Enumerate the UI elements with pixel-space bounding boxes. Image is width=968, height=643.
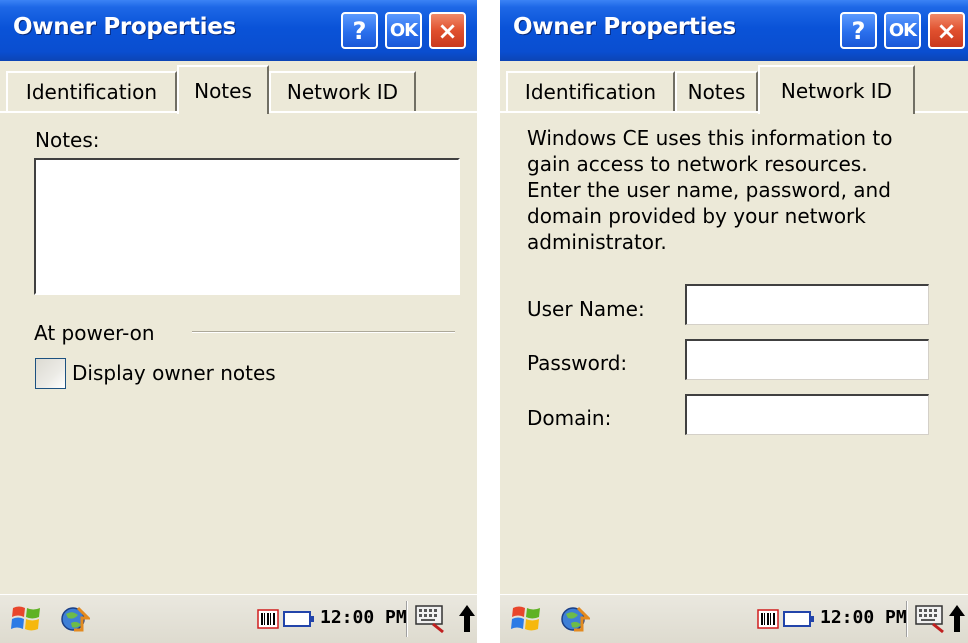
ok-button[interactable]: OK: [884, 12, 921, 49]
battery-icon[interactable]: [283, 610, 315, 628]
barcode-scanner-icon[interactable]: [257, 609, 279, 629]
description-line: Windows CE uses this information to: [527, 126, 893, 150]
window-title: Owner Properties: [513, 14, 736, 40]
screen-divider: [477, 0, 500, 643]
tab-notes[interactable]: Notes: [177, 65, 269, 114]
display-owner-notes-label[interactable]: Display owner notes: [72, 361, 276, 385]
display-owner-notes-checkbox[interactable]: [35, 358, 66, 389]
clock[interactable]: 12:00 PM: [820, 607, 907, 628]
network-description: Windows CE uses this information to gain…: [527, 125, 893, 255]
description-line: Enter the user name, password, and: [527, 178, 891, 202]
notes-textarea[interactable]: [34, 158, 460, 295]
title-bar: Owner Properties ? OK ×: [500, 0, 968, 61]
tab-network-id[interactable]: Network ID: [758, 65, 915, 114]
user-name-label: User Name:: [527, 297, 645, 321]
domain-label: Domain:: [527, 406, 612, 430]
owner-properties-notes-screen: Owner Properties ? OK × Identification N…: [0, 0, 477, 643]
clock[interactable]: 12:00 PM: [320, 607, 407, 628]
owner-properties-network-id-screen: Owner Properties ? OK × Identification N…: [500, 0, 968, 643]
keyboard-icon[interactable]: [413, 602, 447, 634]
tray-separator: [406, 601, 408, 637]
help-button[interactable]: ?: [840, 12, 877, 49]
close-button[interactable]: ×: [928, 12, 965, 49]
taskbar: 12:00 PM: [500, 594, 968, 643]
tab-notes[interactable]: Notes: [675, 71, 758, 111]
keyboard-icon[interactable]: [913, 602, 947, 634]
windows-start-icon[interactable]: [10, 602, 44, 634]
title-bar: Owner Properties ? OK ×: [0, 0, 477, 61]
description-line: administrator.: [527, 230, 667, 254]
tab-identification[interactable]: Identification: [506, 71, 675, 111]
windows-start-icon[interactable]: [510, 602, 544, 634]
group-label-at-power-on: At power-on: [34, 321, 155, 345]
battery-icon[interactable]: [783, 610, 815, 628]
up-arrow-icon[interactable]: [457, 603, 477, 635]
tab-network-id[interactable]: Network ID: [269, 71, 416, 111]
taskbar: 12:00 PM: [0, 594, 477, 643]
close-button[interactable]: ×: [429, 12, 466, 49]
password-label: Password:: [527, 351, 628, 375]
ok-button[interactable]: OK: [385, 12, 422, 49]
window-title: Owner Properties: [13, 14, 236, 40]
app-globe-icon[interactable]: [58, 604, 90, 634]
user-name-input[interactable]: [685, 284, 929, 325]
help-button[interactable]: ?: [341, 12, 378, 49]
app-globe-icon[interactable]: [558, 604, 590, 634]
password-input[interactable]: [685, 339, 929, 380]
domain-input[interactable]: [685, 394, 929, 435]
tab-identification[interactable]: Identification: [6, 71, 177, 111]
group-divider: [192, 331, 455, 333]
up-arrow-icon[interactable]: [947, 603, 967, 635]
description-line: gain access to network resources.: [527, 152, 868, 176]
notes-label: Notes:: [35, 128, 100, 152]
barcode-scanner-icon[interactable]: [757, 609, 779, 629]
tray-separator: [906, 601, 908, 637]
description-line: domain provided by your network: [527, 204, 866, 228]
